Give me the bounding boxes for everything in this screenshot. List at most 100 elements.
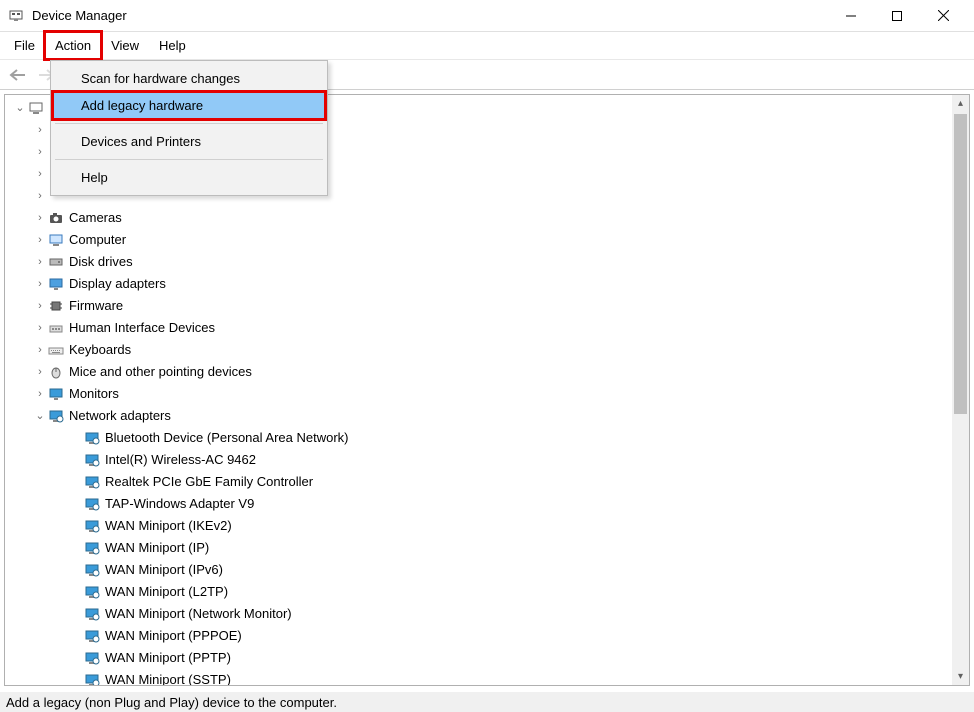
menubar: File Action View Help xyxy=(0,32,974,60)
tree-label: WAN Miniport (L2TP) xyxy=(105,581,228,603)
network-adapter-item[interactable]: Realtek PCIe GbE Family Controller xyxy=(5,471,969,493)
menu-help-item[interactable]: Help xyxy=(53,164,325,191)
tree-item-disk-drives[interactable]: › Disk drives xyxy=(5,251,969,273)
network-icon xyxy=(83,606,101,622)
network-icon xyxy=(47,408,65,424)
chevron-right-icon[interactable]: › xyxy=(33,295,47,317)
chevron-right-icon[interactable]: › xyxy=(33,361,47,383)
hid-icon xyxy=(47,320,65,336)
tree-label: WAN Miniport (PPPOE) xyxy=(105,625,242,647)
network-icon xyxy=(83,672,101,685)
network-adapter-item[interactable]: WAN Miniport (IPv6) xyxy=(5,559,969,581)
menu-file[interactable]: File xyxy=(4,32,45,59)
menu-help[interactable]: Help xyxy=(149,32,196,59)
tree-label: WAN Miniport (IP) xyxy=(105,537,209,559)
tree-item-display-adapters[interactable]: › Display adapters xyxy=(5,273,969,295)
vertical-scrollbar[interactable]: ▴ ▾ xyxy=(952,95,969,685)
chevron-down-icon[interactable]: ⌄ xyxy=(33,405,47,427)
menu-add-legacy-hardware[interactable]: Add legacy hardware xyxy=(53,92,325,119)
tree-label: TAP-Windows Adapter V9 xyxy=(105,493,254,515)
window-controls xyxy=(828,0,966,32)
network-adapter-item[interactable]: WAN Miniport (PPPOE) xyxy=(5,625,969,647)
chevron-right-icon[interactable]: › xyxy=(33,339,47,361)
tree-label: WAN Miniport (PPTP) xyxy=(105,647,231,669)
scroll-down-icon[interactable]: ▾ xyxy=(952,668,969,685)
monitor-icon xyxy=(47,386,65,402)
chevron-right-icon[interactable]: › xyxy=(33,273,47,295)
tree-item-network-adapters[interactable]: ⌄ Network adapters xyxy=(5,405,969,427)
titlebar: Device Manager xyxy=(0,0,974,32)
disk-icon xyxy=(47,254,65,270)
menu-view[interactable]: View xyxy=(101,32,149,59)
window-title: Device Manager xyxy=(32,8,828,23)
menu-devices-printers[interactable]: Devices and Printers xyxy=(53,128,325,155)
tree-label: Disk drives xyxy=(69,251,133,273)
chevron-right-icon[interactable]: › xyxy=(33,317,47,339)
chevron-right-icon[interactable]: › xyxy=(33,229,47,251)
mouse-icon xyxy=(47,364,65,380)
chevron-down-icon[interactable]: ⌄ xyxy=(13,97,27,119)
tree-label: Network adapters xyxy=(69,405,171,427)
network-adapter-item[interactable]: WAN Miniport (PPTP) xyxy=(5,647,969,669)
tree-label: WAN Miniport (IPv6) xyxy=(105,559,223,581)
menu-scan-hardware[interactable]: Scan for hardware changes xyxy=(53,65,325,92)
back-button[interactable] xyxy=(6,63,30,87)
chevron-right-icon[interactable]: › xyxy=(33,383,47,405)
network-icon xyxy=(83,650,101,666)
statusbar: Add a legacy (non Plug and Play) device … xyxy=(0,692,974,712)
action-dropdown: Scan for hardware changes Add legacy har… xyxy=(50,60,328,196)
tree-item-keyboards[interactable]: › Keyboards xyxy=(5,339,969,361)
tree-label: WAN Miniport (IKEv2) xyxy=(105,515,232,537)
network-adapter-item[interactable]: Bluetooth Device (Personal Area Network) xyxy=(5,427,969,449)
tree-item-mice[interactable]: › Mice and other pointing devices xyxy=(5,361,969,383)
tree-label: Human Interface Devices xyxy=(69,317,215,339)
tree-label: Realtek PCIe GbE Family Controller xyxy=(105,471,313,493)
tree-label: Monitors xyxy=(69,383,119,405)
network-icon xyxy=(83,496,101,512)
status-text: Add a legacy (non Plug and Play) device … xyxy=(6,695,337,710)
tree-label: WAN Miniport (SSTP) xyxy=(105,669,231,685)
app-icon xyxy=(8,8,24,24)
network-adapter-item[interactable]: WAN Miniport (IP) xyxy=(5,537,969,559)
scroll-thumb[interactable] xyxy=(954,114,967,414)
tree-label: Cameras xyxy=(69,207,122,229)
network-adapter-item[interactable]: Intel(R) Wireless-AC 9462 xyxy=(5,449,969,471)
network-adapter-item[interactable]: WAN Miniport (IKEv2) xyxy=(5,515,969,537)
tree-label: Firmware xyxy=(69,295,123,317)
tree-item-cameras[interactable]: › Cameras xyxy=(5,207,969,229)
chip-icon xyxy=(47,298,65,314)
chevron-right-icon[interactable]: › xyxy=(33,119,47,141)
chevron-right-icon[interactable]: › xyxy=(33,207,47,229)
computer-icon xyxy=(27,100,45,116)
dropdown-separator xyxy=(55,159,323,160)
network-icon xyxy=(83,584,101,600)
menu-action[interactable]: Action xyxy=(45,32,101,59)
network-adapter-item[interactable]: WAN Miniport (L2TP) xyxy=(5,581,969,603)
tree-item-computer[interactable]: › Computer xyxy=(5,229,969,251)
tree-item-monitors[interactable]: › Monitors xyxy=(5,383,969,405)
network-icon xyxy=(83,628,101,644)
network-icon xyxy=(83,474,101,490)
chevron-right-icon[interactable]: › xyxy=(33,185,47,207)
network-icon xyxy=(83,430,101,446)
tree-label: Computer xyxy=(69,229,126,251)
scroll-up-icon[interactable]: ▴ xyxy=(952,95,969,112)
chevron-right-icon[interactable]: › xyxy=(33,251,47,273)
tree-item-hid[interactable]: › Human Interface Devices xyxy=(5,317,969,339)
network-icon xyxy=(83,540,101,556)
network-adapter-item[interactable]: WAN Miniport (SSTP) xyxy=(5,669,969,685)
chevron-right-icon[interactable]: › xyxy=(33,141,47,163)
display-icon xyxy=(47,276,65,292)
network-adapter-item[interactable]: WAN Miniport (Network Monitor) xyxy=(5,603,969,625)
tree-item-firmware[interactable]: › Firmware xyxy=(5,295,969,317)
tree-label: Display adapters xyxy=(69,273,166,295)
close-button[interactable] xyxy=(920,0,966,32)
network-adapter-item[interactable]: TAP-Windows Adapter V9 xyxy=(5,493,969,515)
tree-label: Intel(R) Wireless-AC 9462 xyxy=(105,449,256,471)
maximize-button[interactable] xyxy=(874,0,920,32)
tree-label: Mice and other pointing devices xyxy=(69,361,252,383)
chevron-right-icon[interactable]: › xyxy=(33,163,47,185)
network-icon xyxy=(83,562,101,578)
camera-icon xyxy=(47,210,65,226)
minimize-button[interactable] xyxy=(828,0,874,32)
